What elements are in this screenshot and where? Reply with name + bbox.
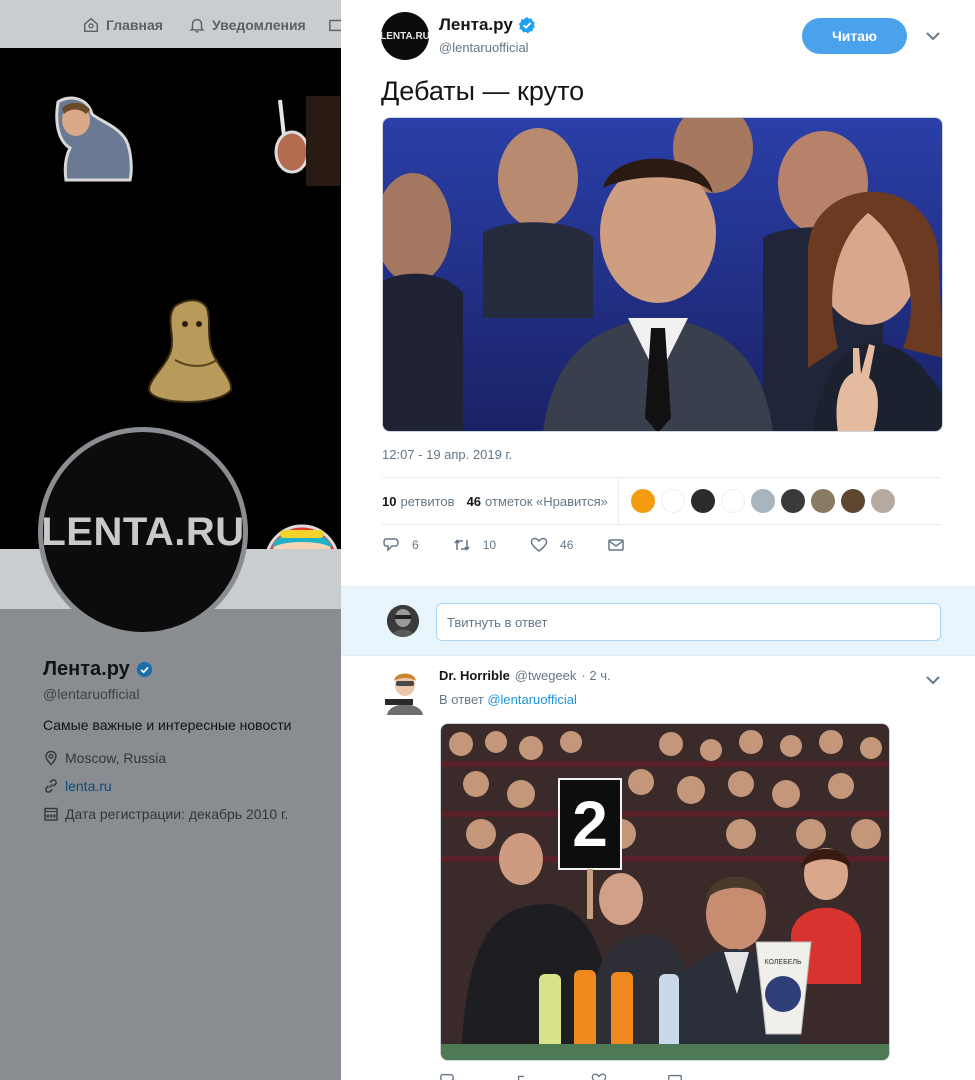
liker-avatar[interactable]	[840, 489, 865, 513]
sticker-ed-image	[147, 299, 233, 403]
nav-notifications[interactable]: Уведомления	[188, 16, 306, 34]
reply-time[interactable]: · 2 ч.	[581, 668, 610, 683]
reply-to-line: В ответ @lentaruofficial	[439, 692, 577, 707]
chevron-down-icon[interactable]	[925, 30, 941, 42]
avatar-logo-text: LENTA.RU	[41, 509, 245, 554]
heart-icon[interactable]	[591, 1072, 607, 1080]
stats-separator	[617, 478, 619, 524]
tweet-modal: LENTA.RU Лента.ру @lentaruofficial Читаю…	[341, 0, 975, 1080]
liker-avatar[interactable]	[630, 489, 655, 513]
author-name[interactable]: Лента.ру	[439, 15, 536, 35]
reply-media[interactable]: 2 КОЛЕБЕЛЬ	[440, 723, 890, 1061]
retweet-icon	[454, 539, 470, 551]
profile-location: Moscow, Russia	[43, 750, 166, 766]
reply-to-prefix: В ответ	[439, 692, 484, 707]
retweet-count: 10	[482, 538, 497, 552]
user-avatar-image	[387, 605, 419, 637]
jury-sign-number: 2	[572, 788, 608, 860]
reply-actions	[439, 1072, 683, 1080]
likes-label: отметок «Нравится»	[485, 493, 608, 509]
sticker-man-image	[55, 96, 133, 182]
sticker-hand-image	[274, 96, 340, 186]
tweet-text: Дебаты — круто	[381, 76, 585, 106]
reply-header: Dr. Horrible @twegeek · 2 ч.	[439, 668, 611, 683]
nav-notifications-label: Уведомления	[212, 17, 306, 33]
liker-avatar[interactable]	[720, 489, 745, 513]
heart-icon	[530, 537, 548, 552]
retweets-label: ретвитов	[400, 493, 455, 509]
home-icon	[83, 17, 99, 33]
reply-tweet: Dr. Horrible @twegeek · 2 ч. В ответ @le…	[341, 656, 975, 1080]
table-sign-text: КОЛЕБЕЛЬ	[764, 959, 801, 966]
like-button[interactable]: 46	[530, 536, 573, 554]
verified-icon	[518, 16, 535, 34]
reply-icon[interactable]	[439, 1072, 455, 1080]
like-count: 46	[560, 538, 574, 552]
link-icon	[45, 779, 57, 793]
liker-avatar[interactable]	[690, 489, 715, 513]
profile-handle: @lentaruofficial	[43, 686, 140, 702]
liker-avatar[interactable]	[750, 489, 775, 513]
profile-name: Лента.ру	[43, 658, 153, 681]
profile-avatar[interactable]: LENTA.RU	[38, 427, 248, 637]
tweet-timestamp[interactable]: 12:07 - 19 апр. 2019 г.	[382, 447, 512, 462]
likes-stat[interactable]: 46 отметок «Нравится»	[467, 494, 608, 509]
liker-avatar[interactable]	[870, 489, 895, 513]
profile-joined-text: Дата регистрации: декабрь 2010 г.	[65, 806, 289, 822]
divider	[382, 524, 941, 525]
reply-count: 6	[412, 538, 419, 552]
tweet-photo[interactable]	[382, 117, 943, 432]
profile-name-text: Лента.ру	[43, 658, 130, 680]
retweet-icon[interactable]	[515, 1072, 531, 1080]
retweets-stat[interactable]: 10 ретвитов	[382, 494, 455, 509]
current-user-avatar[interactable]	[387, 605, 419, 637]
reply-composer	[341, 586, 975, 656]
bell-icon	[189, 18, 205, 33]
liker-avatar[interactable]	[660, 489, 685, 513]
tweet-header: LENTA.RU Лента.ру @lentaruofficial Читаю	[341, 0, 975, 78]
reply-author-name[interactable]: Dr. Horrible	[439, 668, 510, 683]
author-handle[interactable]: @lentaruofficial	[439, 40, 529, 55]
retweets-count: 10	[382, 493, 397, 509]
following-button[interactable]: Читаю	[802, 18, 907, 54]
mail-icon	[608, 539, 625, 551]
author-name-text: Лента.ру	[439, 15, 513, 34]
profile-joined: Дата регистрации: декабрь 2010 г.	[43, 806, 288, 822]
location-pin-icon	[45, 750, 57, 766]
direct-message-button[interactable]	[607, 536, 625, 554]
sticker-cartman-image	[266, 524, 338, 549]
author-avatar[interactable]: LENTA.RU	[380, 12, 430, 60]
reply-author-avatar[interactable]	[381, 669, 429, 717]
calendar-icon	[44, 807, 58, 821]
tweet-actions: 6 10 46	[382, 536, 659, 554]
profile-website-link[interactable]: lenta.ru	[65, 778, 112, 794]
profile-website[interactable]: lenta.ru	[43, 778, 112, 794]
reply-author-handle[interactable]: @twegeek	[515, 668, 577, 683]
nav-home[interactable]: Главная	[82, 16, 163, 34]
likes-count: 46	[466, 493, 482, 509]
retweet-button[interactable]: 10	[453, 536, 496, 554]
likers-avatars	[630, 489, 895, 513]
reply-to-handle[interactable]: @lentaruofficial	[487, 692, 577, 707]
liker-avatar[interactable]	[780, 489, 805, 513]
profile-bio: Самые важные и интересные новости	[43, 717, 292, 733]
reply-icon	[383, 538, 399, 552]
jury-gif-image: 2 КОЛЕБЕЛЬ	[441, 724, 889, 1060]
nav-home-label: Главная	[106, 17, 163, 33]
profile-location-text: Moscow, Russia	[65, 750, 167, 766]
chevron-down-icon[interactable]	[925, 674, 941, 686]
reply-button[interactable]: 6	[382, 536, 419, 554]
reply-input[interactable]	[436, 603, 941, 641]
debate-photo-image	[383, 118, 942, 431]
author-avatar-text: LENTA.RU	[380, 30, 430, 42]
verified-icon	[136, 661, 152, 678]
tweet-stats: 10 ретвитов 46 отметок «Нравится»	[382, 478, 941, 524]
liker-avatar[interactable]	[810, 489, 835, 513]
mail-icon[interactable]	[667, 1072, 683, 1080]
